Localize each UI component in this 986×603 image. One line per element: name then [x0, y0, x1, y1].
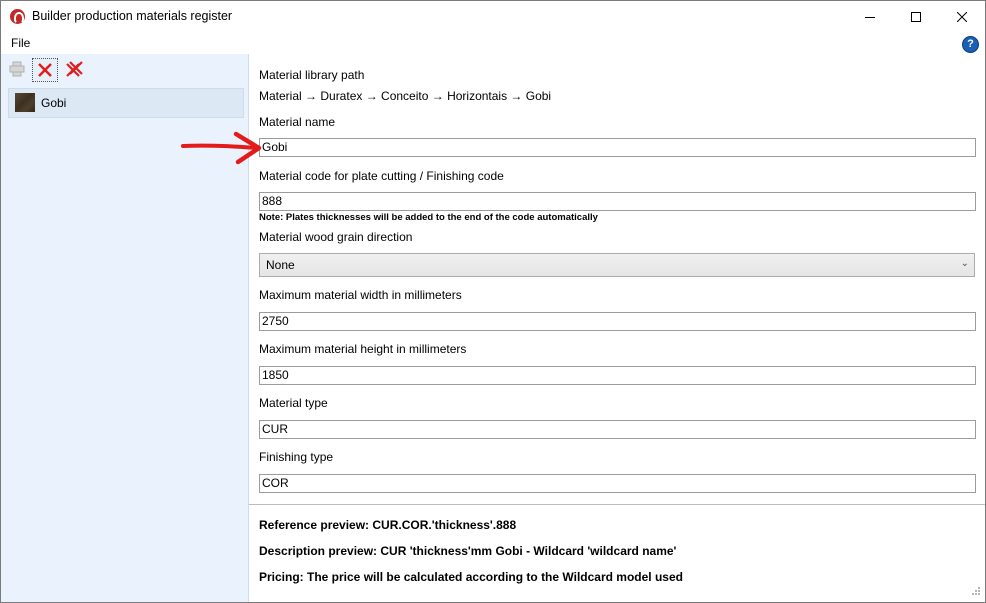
description-preview: Description preview: CUR 'thickness'mm G…	[259, 544, 677, 558]
list-item[interactable]: Gobi	[8, 88, 244, 118]
add-material-button[interactable]	[6, 58, 28, 80]
help-icon[interactable]: ?	[962, 36, 979, 53]
max-height-label: Maximum material height in millimeters	[259, 342, 467, 356]
material-form: Material library path Material → Duratex…	[249, 54, 985, 504]
chevron-down-icon: ⌄	[960, 258, 969, 269]
window-title: Builder production materials register	[32, 9, 233, 23]
divider	[249, 504, 985, 505]
maximize-button[interactable]	[893, 1, 939, 32]
maximize-icon	[911, 11, 921, 22]
grain-direction-value: None	[266, 258, 295, 272]
delete-all-materials-icon	[66, 61, 83, 77]
menu-bar: File ?	[1, 32, 985, 54]
reference-preview: Reference preview: CUR.COR.'thickness'.8…	[259, 518, 517, 532]
add-material-icon	[9, 61, 25, 77]
material-code-input[interactable]	[259, 192, 976, 211]
material-type-label: Material type	[259, 396, 328, 410]
material-name-label: Material name	[259, 115, 336, 129]
material-name-input[interactable]	[259, 138, 976, 157]
finishing-type-input[interactable]	[259, 474, 976, 493]
list-item-label: Gobi	[41, 96, 67, 110]
delete-material-icon	[38, 63, 52, 77]
menu-file[interactable]: File	[11, 36, 30, 50]
max-width-input[interactable]	[259, 312, 976, 331]
max-width-label: Maximum material width in millimeters	[259, 288, 462, 302]
close-icon	[957, 11, 967, 22]
finishing-type-label: Finishing type	[259, 450, 334, 464]
title-bar: Builder production materials register	[1, 1, 985, 32]
close-button[interactable]	[939, 1, 985, 32]
annotation-arrow-icon	[181, 131, 262, 165]
app-window: Builder production materials register Fi…	[0, 0, 986, 603]
max-height-input[interactable]	[259, 366, 976, 385]
material-type-input[interactable]	[259, 420, 976, 439]
resize-grip-icon[interactable]	[969, 586, 981, 598]
pricing-preview: Pricing: The price will be calculated ac…	[259, 570, 683, 584]
grain-direction-select[interactable]: None ⌄	[259, 253, 975, 277]
material-thumbnail	[15, 93, 35, 112]
library-path-value: Material → Duratex → Conceito → Horizont…	[259, 89, 552, 103]
minimize-icon	[865, 16, 875, 18]
library-path-label: Material library path	[259, 68, 365, 82]
grain-direction-label: Material wood grain direction	[259, 230, 413, 244]
delete-all-materials-button[interactable]	[64, 58, 86, 80]
material-code-note: Note: Plates thicknesses will be added t…	[259, 212, 598, 223]
app-logo-icon	[10, 9, 25, 24]
delete-material-button[interactable]	[32, 58, 58, 82]
minimize-button[interactable]	[847, 1, 893, 32]
material-code-label: Material code for plate cutting / Finish…	[259, 169, 504, 183]
